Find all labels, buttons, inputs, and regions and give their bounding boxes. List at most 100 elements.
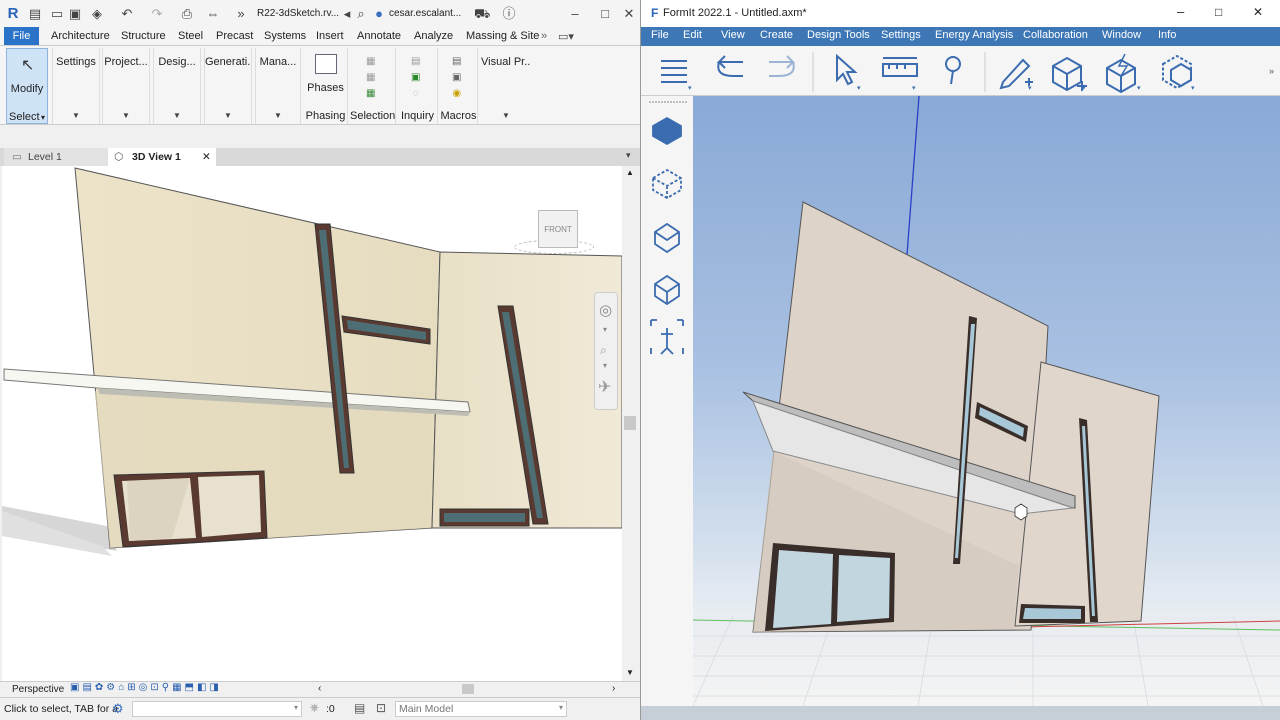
cube-outline-icon[interactable] [654, 274, 680, 306]
generative-panel[interactable]: Generati... ▼ [204, 48, 252, 124]
menu-design-tools[interactable]: Design Tools [807, 29, 870, 41]
user-name[interactable]: cesar.escalant... [389, 8, 461, 19]
chevron-down-icon[interactable]: ▾ [603, 325, 607, 334]
save-icon[interactable]: ▣ [68, 7, 82, 21]
group-cube-icon[interactable] [1162, 54, 1192, 90]
scroll-left-icon[interactable]: ‹ [318, 683, 321, 694]
chevron-down-icon[interactable]: ▾ [857, 85, 861, 92]
home-view-icon[interactable] [654, 222, 680, 254]
tab-menu-icon[interactable]: ▾ [626, 150, 631, 161]
menu-settings[interactable]: Settings [881, 29, 921, 41]
inquiry-panel[interactable]: ▤ ▣ ◌ Inquiry [398, 48, 438, 124]
print-icon[interactable]: ⎙ [180, 7, 194, 21]
walk-icon[interactable]: ✈ [598, 377, 611, 397]
menu-edit[interactable]: Edit [683, 29, 702, 41]
visual-programming-panel[interactable]: Visual Pr... ▼ [481, 48, 531, 124]
user-icon[interactable]: ● [372, 7, 386, 21]
tab-structure[interactable]: Structure [121, 30, 166, 42]
menu-create[interactable]: Create [760, 29, 793, 41]
tab-3d-view-1[interactable]: ⬡ 3D View 1 ✕ [108, 148, 216, 166]
menu-energy-analysis[interactable]: Energy Analysis [935, 29, 1013, 41]
menu-window[interactable]: Window [1102, 29, 1141, 41]
tabs-overflow-icon[interactable]: » [541, 30, 547, 42]
tab-systems[interactable]: Systems [264, 30, 306, 42]
menu-file[interactable]: File [651, 29, 669, 41]
worksets-icon[interactable]: ⚙ [112, 701, 124, 717]
steering-wheel-icon[interactable]: ◎ [599, 301, 612, 319]
view-control-icons[interactable]: ▣▤✿⚙⌂⊞◎⊡⚲▦⬒◧◨ [70, 682, 222, 693]
tab-massing-site[interactable]: Massing & Site [466, 30, 539, 42]
editing-requests-icon[interactable]: ⎈ [310, 702, 319, 715]
revit-3d-canvas[interactable]: FRONT ◎ ▾ ⌕ ▾ ✈ [2, 166, 622, 681]
scroll-down-icon[interactable]: ▼ [626, 668, 634, 677]
binoculars-icon[interactable]: ⌕ [354, 7, 368, 21]
solid-cube-icon[interactable] [652, 116, 682, 146]
file-tab[interactable]: File [4, 27, 39, 45]
generate-cube-icon[interactable] [1106, 53, 1136, 94]
tab-level-1[interactable]: ▭ Level 1 [4, 148, 108, 166]
vertical-scrollbar[interactable]: ▲ ▼ [622, 166, 638, 681]
recent-files-icon[interactable]: ▤ [28, 7, 42, 21]
design-panel[interactable]: Desig... ▼ [153, 48, 201, 124]
phases-button[interactable]: Phases Phasing [304, 48, 348, 124]
undo-icon[interactable]: ↶ [120, 7, 134, 21]
open-icon[interactable]: ▭ [50, 7, 64, 21]
design-option-dropdown[interactable]: Main Model ▾ [395, 701, 567, 717]
menu-collaboration[interactable]: Collaboration [1023, 29, 1088, 41]
tab-analyze[interactable]: Analyze [414, 30, 453, 42]
manage-panel[interactable]: Mana... ▼ [255, 48, 301, 124]
draw-pencil-icon[interactable] [999, 58, 1033, 90]
chevron-down-icon[interactable]: ▾ [912, 85, 916, 92]
more-icon[interactable]: » [234, 7, 248, 21]
redo-icon[interactable]: ↷ [150, 7, 164, 21]
chevron-down-icon[interactable]: ▾ [1137, 85, 1141, 92]
design-options-icon[interactable]: ▤ [354, 701, 365, 715]
tab-architecture[interactable]: Architecture [51, 30, 110, 42]
workset-dropdown[interactable]: ▾ [132, 701, 302, 717]
revit-logo-icon[interactable]: R [6, 6, 20, 21]
zoom-region-icon[interactable]: ⌕ [600, 343, 607, 358]
minimize-icon[interactable]: – [568, 7, 582, 21]
layers-icon[interactable] [661, 60, 687, 83]
view-mode-label[interactable]: Perspective [12, 684, 64, 695]
project-panel[interactable]: Project... ▼ [102, 48, 150, 124]
modify-button[interactable]: ↖ Modify Select ▾ [6, 48, 48, 124]
scroll-thumb[interactable] [624, 416, 636, 430]
pin-icon[interactable] [945, 56, 961, 85]
chevron-down-icon[interactable]: ▾ [1028, 85, 1032, 92]
close-icon[interactable]: ✕ [622, 7, 636, 21]
menu-view[interactable]: View [721, 29, 745, 41]
tab-insert[interactable]: Insert [316, 30, 344, 42]
sync-icon[interactable]: ◈ [90, 7, 104, 21]
tab-steel[interactable]: Steel [178, 30, 203, 42]
ribbon-options-icon[interactable]: ▭▾ [558, 30, 574, 43]
chevron-down-icon[interactable]: ▾ [1191, 85, 1195, 92]
undo-icon[interactable] [716, 55, 743, 77]
close-tab-icon[interactable]: ✕ [202, 148, 211, 166]
redo-icon[interactable] [769, 55, 796, 77]
chevron-down-icon[interactable]: ▾ [1082, 85, 1086, 92]
wireframe-cube-icon[interactable] [652, 168, 682, 200]
close-icon[interactable]: ✕ [1253, 5, 1263, 19]
settings-panel[interactable]: Settings ▼ [52, 48, 100, 124]
view-cube-front-face[interactable]: FRONT [538, 210, 578, 248]
macros-panel[interactable]: ▤ ▣ ◉ Macros [440, 48, 478, 124]
chevron-down-icon[interactable]: ▾ [688, 85, 692, 92]
formit-3d-viewport[interactable] [693, 96, 1280, 706]
scroll-up-icon[interactable]: ▲ [626, 168, 634, 177]
horizontal-scroll-thumb[interactable] [462, 684, 474, 694]
measure-icon[interactable]: ⇔ [206, 7, 220, 21]
select-label[interactable]: Select [9, 111, 40, 123]
help-icon[interactable]: ⓘ [502, 7, 516, 21]
tab-precast[interactable]: Precast [216, 30, 253, 42]
tab-annotate[interactable]: Annotate [357, 30, 401, 42]
menu-info[interactable]: Info [1158, 29, 1176, 41]
maximize-icon[interactable]: □ [598, 7, 612, 21]
cart-icon[interactable]: ⛟ [474, 7, 490, 21]
selection-panel[interactable]: ▦ ▦ ▦ Selection [350, 48, 396, 124]
toolbar-overflow-icon[interactable]: » [1269, 66, 1274, 76]
maximize-icon[interactable]: □ [1215, 5, 1222, 19]
select-dropdown-icon[interactable]: ▾ [41, 113, 45, 122]
minimize-icon[interactable]: – [1177, 4, 1184, 19]
model-icon[interactable]: ⊡ [376, 701, 386, 715]
